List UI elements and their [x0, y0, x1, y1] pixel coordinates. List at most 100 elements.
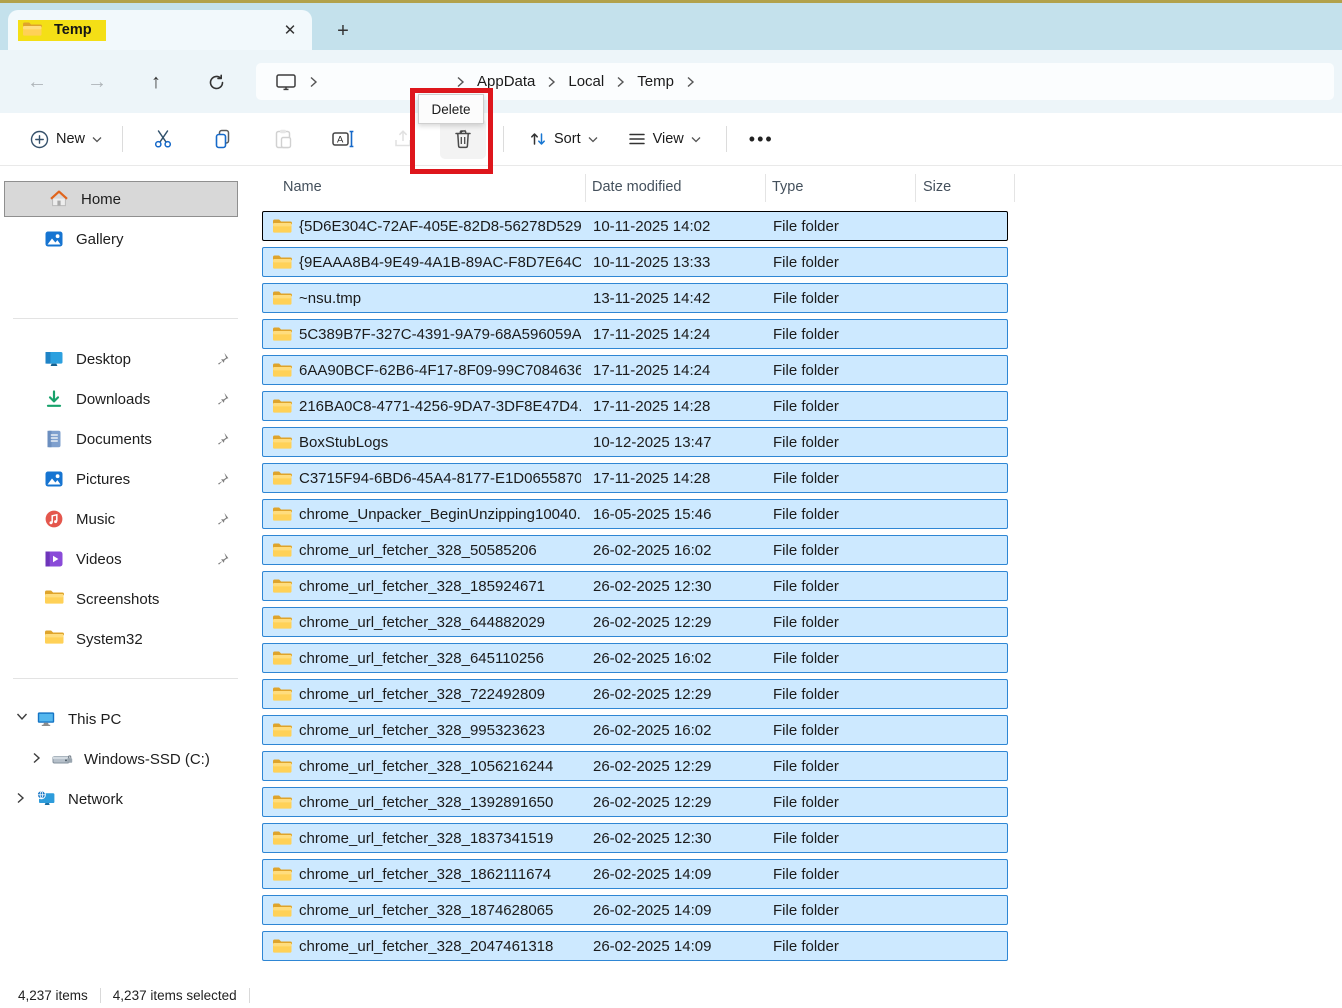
videos-icon	[44, 549, 64, 569]
table-row[interactable]: chrome_url_fetcher_328_5058520626-02-202…	[262, 535, 1008, 565]
file-date-modified: 26-02-2025 14:09	[593, 938, 711, 955]
table-row[interactable]: ~nsu.tmp13-11-2025 14:42File folder	[262, 283, 1008, 313]
breadcrumb-item-appdata[interactable]: AppData	[468, 69, 544, 94]
new-button[interactable]: New	[20, 123, 112, 156]
sidebar-item-windows-ssd-c-[interactable]: Windows-SSD (C:)	[0, 741, 244, 777]
refresh-button[interactable]	[201, 67, 231, 97]
folder-icon	[272, 650, 292, 666]
pin-icon	[215, 471, 230, 486]
gallery-icon	[44, 229, 64, 249]
forward-button[interactable]: →	[82, 67, 112, 97]
column-divider	[765, 174, 766, 202]
table-row[interactable]: chrome_url_fetcher_328_105621624426-02-2…	[262, 751, 1008, 781]
pin-icon	[215, 351, 230, 366]
table-row[interactable]: chrome_url_fetcher_328_183734151926-02-2…	[262, 823, 1008, 853]
sidebar-item-downloads[interactable]: Downloads	[0, 381, 244, 417]
paste-button[interactable]	[260, 119, 306, 159]
sidebar-item-desktop[interactable]: Desktop	[0, 341, 244, 377]
column-header-date[interactable]: Date modified	[592, 179, 681, 195]
file-date-modified: 26-02-2025 12:29	[593, 758, 711, 775]
pictures-icon	[44, 469, 64, 489]
copy-button[interactable]	[200, 119, 246, 159]
table-row[interactable]: chrome_url_fetcher_328_72249280926-02-20…	[262, 679, 1008, 709]
close-icon[interactable]: ✕	[278, 18, 302, 42]
table-row[interactable]: chrome_url_fetcher_328_139289165026-02-2…	[262, 787, 1008, 817]
sidebar-item-videos[interactable]: Videos	[0, 541, 244, 577]
chevron-right-icon[interactable]	[544, 76, 559, 88]
sidebar-item-network[interactable]: Network	[0, 781, 244, 817]
sidebar-item-home[interactable]: Home	[4, 181, 238, 217]
up-button[interactable]: ↑	[141, 67, 171, 97]
delete-button[interactable]	[440, 119, 486, 159]
file-type: File folder	[773, 254, 839, 271]
sidebar-item-screenshots[interactable]: Screenshots	[0, 581, 244, 617]
file-name: 5C389B7F-327C-4391-9A79-68A596059A...	[299, 326, 581, 343]
column-header-size[interactable]: Size	[923, 179, 951, 195]
table-row[interactable]: chrome_url_fetcher_328_18592467126-02-20…	[262, 571, 1008, 601]
sidebar-divider	[13, 318, 238, 319]
chevron-right-icon[interactable]	[683, 76, 698, 88]
chevron-down-icon[interactable]	[16, 712, 30, 726]
toolbar-separator	[726, 126, 727, 152]
folder-icon	[44, 629, 64, 649]
sidebar-item-label: Network	[68, 791, 123, 808]
table-row[interactable]: 216BA0C8-4771-4256-9DA7-3DF8E47D4...17-1…	[262, 391, 1008, 421]
cut-button[interactable]	[140, 119, 186, 159]
delete-tooltip: Delete	[418, 94, 484, 124]
view-button[interactable]: View	[619, 124, 710, 154]
file-date-modified: 13-11-2025 14:42	[593, 290, 710, 307]
sidebar: Home Gallery Desktop Downloads Documents Pict…	[0, 166, 250, 982]
file-name: chrome_url_fetcher_328_1392891650	[299, 794, 581, 811]
column-header-name[interactable]: Name	[283, 179, 322, 195]
table-row[interactable]: chrome_url_fetcher_328_204746131826-02-2…	[262, 931, 1008, 961]
file-date-modified: 17-11-2025 14:28	[593, 398, 710, 415]
table-row[interactable]: chrome_url_fetcher_328_99532362326-02-20…	[262, 715, 1008, 745]
table-row[interactable]: {5D6E304C-72AF-405E-82D8-56278D529...10-…	[262, 211, 1008, 241]
table-row[interactable]: 6AA90BCF-62B6-4F17-8F09-99C7084636...17-…	[262, 355, 1008, 385]
file-date-modified: 17-11-2025 14:24	[593, 362, 710, 379]
table-row[interactable]: chrome_url_fetcher_328_186211167426-02-2…	[262, 859, 1008, 889]
table-row[interactable]: chrome_url_fetcher_328_64511025626-02-20…	[262, 643, 1008, 673]
table-row[interactable]: chrome_Unpacker_BeginUnzipping10040...16…	[262, 499, 1008, 529]
sidebar-item-gallery[interactable]: Gallery	[0, 221, 244, 257]
folder-icon	[44, 589, 64, 609]
table-row[interactable]: chrome_url_fetcher_328_187462806526-02-2…	[262, 895, 1008, 925]
file-type: File folder	[773, 758, 839, 775]
sidebar-item-documents[interactable]: Documents	[0, 421, 244, 457]
sidebar-item-pictures[interactable]: Pictures	[0, 461, 244, 497]
table-row[interactable]: BoxStubLogs10-12-2025 13:47File folder	[262, 427, 1008, 457]
sidebar-item-music[interactable]: Music	[0, 501, 244, 537]
chevron-right-icon[interactable]	[32, 752, 46, 766]
tab-temp[interactable]: Temp ✕	[8, 10, 312, 50]
navigation-bar: ← → ↑ AppData Local Temp	[0, 50, 1342, 113]
pin-icon	[215, 511, 230, 526]
table-row[interactable]: C3715F94-6BD6-45A4-8177-E1D0655870...17-…	[262, 463, 1008, 493]
folder-icon	[272, 722, 292, 738]
monitor-icon[interactable]	[266, 68, 306, 96]
sort-button[interactable]: Sort	[520, 123, 607, 155]
breadcrumb-item-local[interactable]: Local	[559, 69, 613, 94]
new-tab-button[interactable]: +	[330, 19, 356, 43]
column-divider	[585, 174, 586, 202]
back-button[interactable]: ←	[22, 67, 52, 97]
chevron-right-icon[interactable]	[16, 792, 30, 806]
sidebar-item-system32[interactable]: System32	[0, 621, 244, 657]
table-row[interactable]: {9EAAA8B4-9E49-4A1B-89AC-F8D7E64C...10-1…	[262, 247, 1008, 277]
file-type: File folder	[773, 326, 839, 343]
column-header-type[interactable]: Type	[772, 179, 803, 195]
new-button-label: New	[56, 131, 85, 147]
folder-icon	[272, 578, 292, 594]
file-type: File folder	[773, 866, 839, 883]
chevron-right-icon[interactable]	[453, 76, 468, 88]
more-options-button[interactable]: •••	[737, 125, 786, 154]
file-type: File folder	[773, 794, 839, 811]
share-button[interactable]	[380, 119, 426, 159]
file-type: File folder	[773, 938, 839, 955]
rename-button[interactable]: A	[320, 119, 366, 159]
chevron-right-icon[interactable]	[306, 76, 321, 88]
breadcrumb-item-temp[interactable]: Temp	[628, 69, 683, 94]
table-row[interactable]: 5C389B7F-327C-4391-9A79-68A596059A...17-…	[262, 319, 1008, 349]
sidebar-item-this-pc[interactable]: This PC	[0, 701, 244, 737]
table-row[interactable]: chrome_url_fetcher_328_64488202926-02-20…	[262, 607, 1008, 637]
chevron-right-icon[interactable]	[613, 76, 628, 88]
